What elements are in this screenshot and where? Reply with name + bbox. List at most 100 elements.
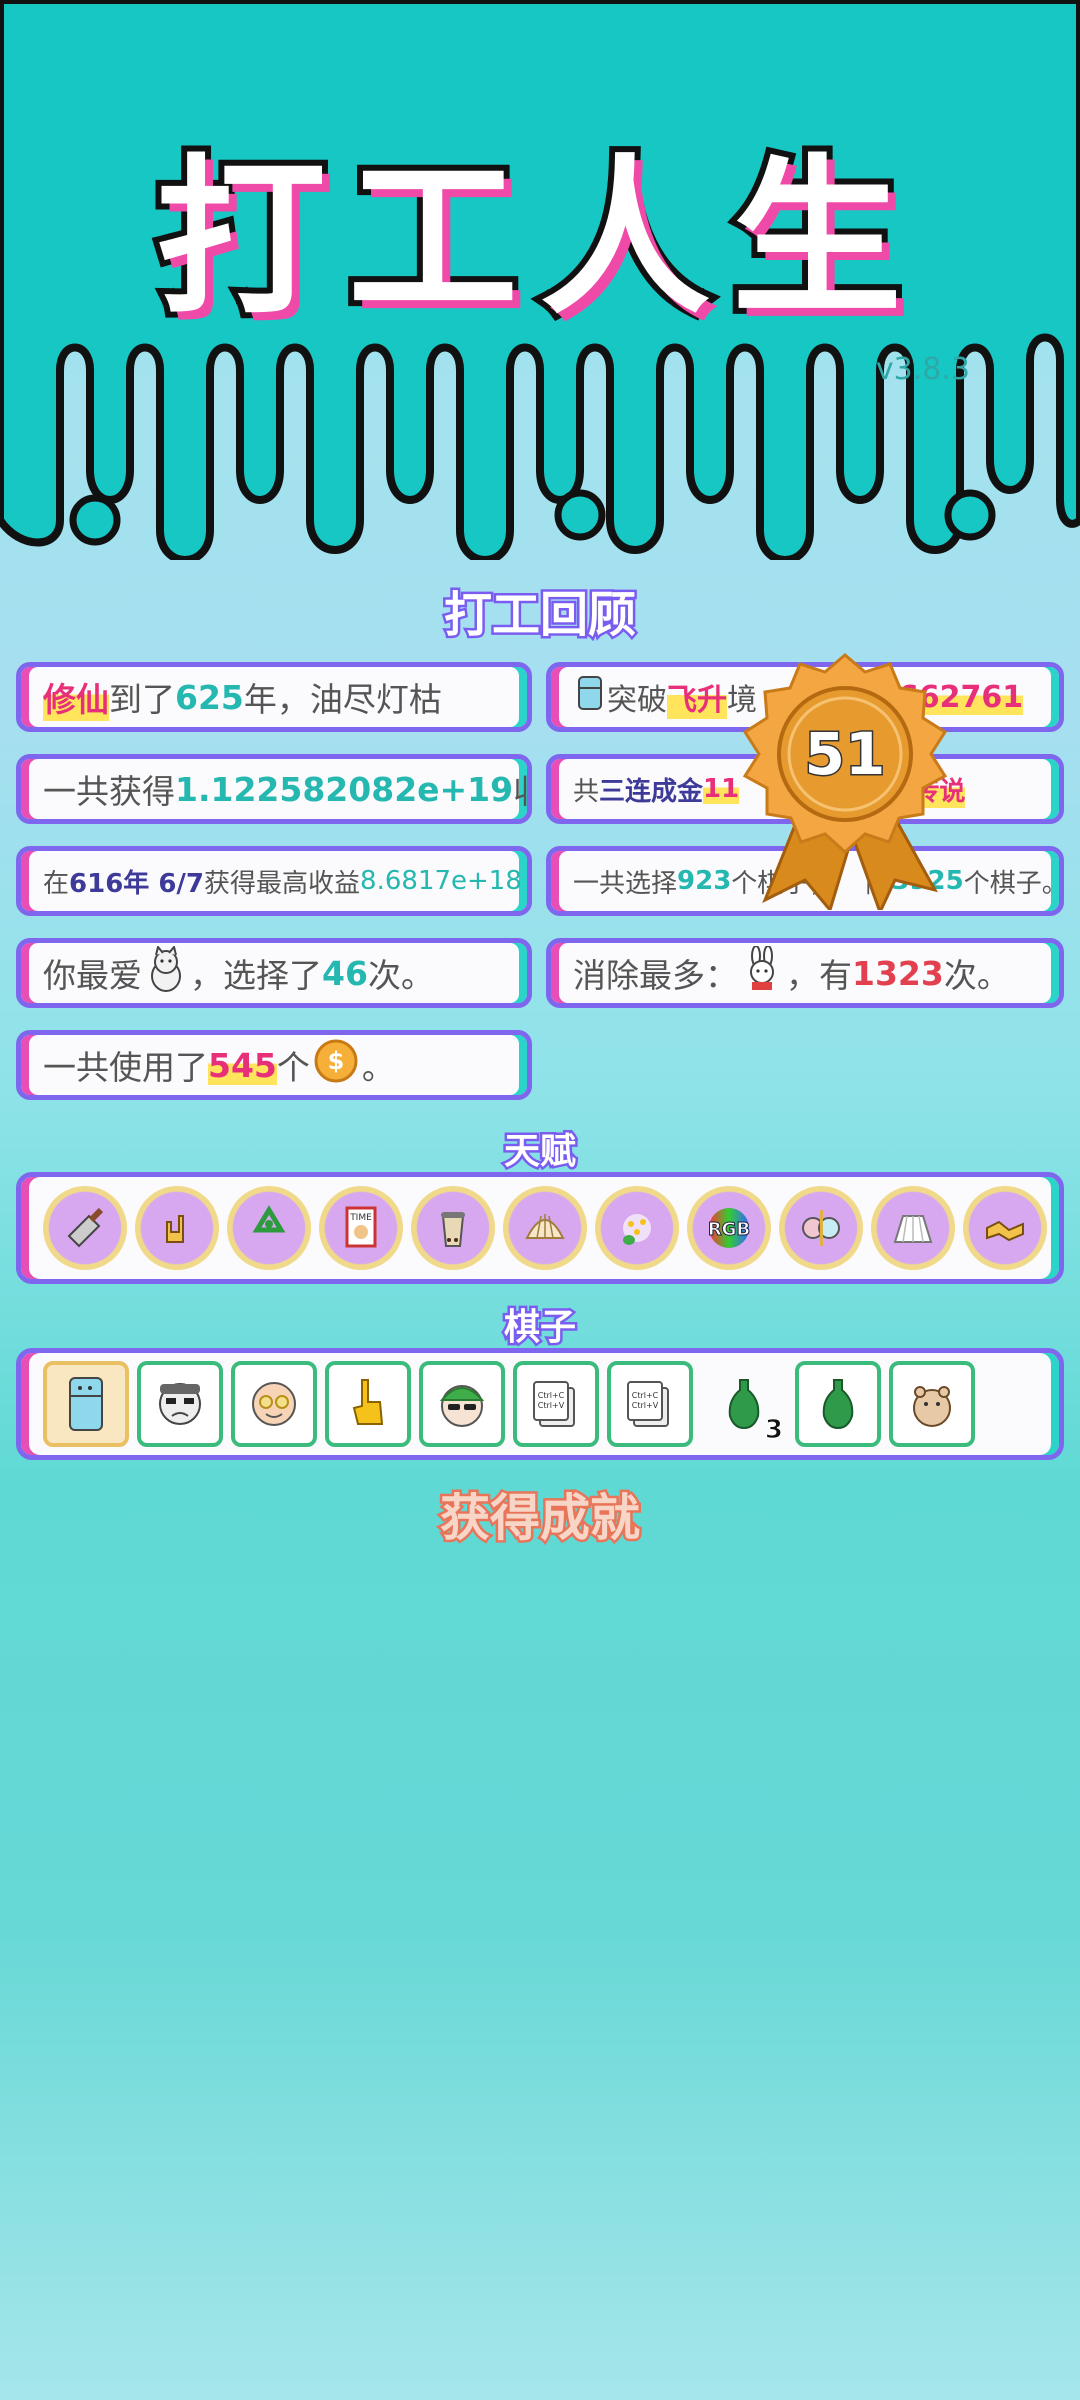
piece-slot[interactable] <box>325 1361 411 1447</box>
talent-slot[interactable] <box>595 1186 679 1270</box>
piece-slot[interactable]: Ctrl+C Ctrl+V <box>607 1361 693 1447</box>
time-magazine-icon: TIME <box>345 1206 377 1248</box>
talent-slot[interactable] <box>135 1186 219 1270</box>
stat-card-eliminate: 消除最多： ，有 1323 次。 <box>546 938 1064 1008</box>
rabbit-icon <box>742 945 782 1000</box>
version-label: v3.8.3 <box>875 352 970 387</box>
hamster-icon <box>913 1386 951 1427</box>
svg-text:Ctrl+V: Ctrl+V <box>632 1401 659 1410</box>
stat-text: 一共选择 <box>573 868 678 899</box>
cleaver-icon <box>67 1207 104 1248</box>
skirt-icon <box>893 1215 933 1243</box>
stat-value: 625 <box>175 677 244 717</box>
stat-text: 个棋子。 <box>963 868 1064 899</box>
recycle-icon <box>252 1205 286 1233</box>
talent-slot[interactable] <box>227 1186 311 1270</box>
capsule-icon <box>802 1210 840 1246</box>
stat-value: 545 <box>208 1045 277 1085</box>
stat-value: 8.6817e+18 <box>360 866 522 896</box>
stat-date: 616年 6/7 <box>69 868 205 899</box>
rgb-icon: RGB <box>707 1208 751 1248</box>
stat-card-coins: 一共使用了 545 个 $ 。 <box>16 1030 532 1100</box>
stat-text: ，有 <box>786 956 852 995</box>
stat-text: 次。 <box>943 956 1010 995</box>
svg-text:RGB: RGB <box>708 1219 750 1240</box>
stat-value: 11 <box>703 774 740 804</box>
piece-slot[interactable] <box>889 1361 975 1447</box>
handshake-icon <box>986 1220 1024 1242</box>
talent-slot[interactable] <box>779 1186 863 1270</box>
medal-number: 51 <box>805 720 886 788</box>
stat-text: 突破 <box>607 683 667 718</box>
stat-text: 共 <box>573 776 600 807</box>
piece-slot[interactable] <box>795 1361 881 1447</box>
rank-medal: 51 <box>735 650 975 916</box>
piece-slot[interactable] <box>137 1361 223 1447</box>
talent-panel: TIME RGB <box>16 1172 1064 1284</box>
stat-text: 消除最多： <box>573 956 738 995</box>
svg-text:Ctrl+C: Ctrl+C <box>632 1391 659 1400</box>
talent-section-title: 天赋 <box>501 1129 578 1175</box>
svg-text:Ctrl+V: Ctrl+V <box>538 1401 565 1410</box>
talent-slot[interactable] <box>871 1186 955 1270</box>
grumpy-man-icon <box>159 1383 201 1425</box>
talent-slot[interactable] <box>43 1186 127 1270</box>
fridge-icon <box>69 1377 103 1431</box>
pointing-hand-icon <box>352 1379 384 1425</box>
stat-text: ，选择了 <box>190 956 322 995</box>
medal-icon: 51 <box>742 653 948 916</box>
rock-hand-icon <box>166 1215 184 1243</box>
stat-card-income: 一共获得 1.122582082e+19 收益 <box>16 754 532 824</box>
realm-label: 飞升 <box>667 675 727 719</box>
stat-label: 三连成金 <box>599 776 704 807</box>
stat-text: 到了 <box>109 680 175 719</box>
stat-text: 个 <box>276 1048 310 1087</box>
pieces-section-title: 棋子 <box>501 1305 578 1351</box>
fridge-icon <box>577 675 603 719</box>
stat-text: 在 <box>43 868 70 899</box>
stat-value: 1.122582082e+19 <box>175 769 514 809</box>
stat-text: 你最爱 <box>43 956 142 995</box>
talent-slot[interactable]: RGB <box>687 1186 771 1270</box>
flower-cap-icon <box>623 1214 651 1245</box>
stat-card-lifespan: 修仙 到了 625 年，油尽灯枯 <box>16 662 532 732</box>
green-vase-icon <box>822 1379 854 1430</box>
piece-slot[interactable]: 3 <box>701 1361 787 1447</box>
stat-text: 一共使用了 <box>43 1048 208 1087</box>
svg-text:$: $ <box>328 1047 345 1075</box>
stat-text: 一共获得 <box>43 772 175 811</box>
pieces-panel: Ctrl+C Ctrl+V Ctrl+C Ctrl+V 3 <box>16 1348 1064 1460</box>
piece-slot[interactable]: Ctrl+C Ctrl+V <box>513 1361 599 1447</box>
talent-slot[interactable] <box>503 1186 587 1270</box>
svg-text:TIME: TIME <box>349 1213 372 1223</box>
talent-slot[interactable] <box>411 1186 495 1270</box>
stat-value: 923 <box>677 866 732 896</box>
green-hat-man-icon <box>439 1385 485 1427</box>
copy-paste-icon: Ctrl+CCtrl+V <box>533 1381 575 1427</box>
shell-icon <box>525 1214 565 1239</box>
piece-slot[interactable] <box>43 1361 129 1447</box>
stat-text: 年，油尽灯枯 <box>243 680 442 719</box>
stat-text: 次。 <box>367 956 434 995</box>
svg-text:Ctrl+C: Ctrl+C <box>538 1391 565 1400</box>
cat-icon <box>146 944 186 1000</box>
talent-slot[interactable] <box>963 1186 1047 1270</box>
stat-text: 。 <box>361 1048 395 1087</box>
piece-count: 3 <box>764 1415 783 1446</box>
stat-value: 1323 <box>852 953 944 993</box>
review-section-title: 打工回顾 <box>441 585 638 646</box>
stat-card-favorite: 你最爱 ，选择了 46 次。 <box>16 938 532 1008</box>
talent-slot[interactable]: TIME <box>319 1186 403 1270</box>
stat-text: 收益 <box>513 765 527 813</box>
stat-value: 46 <box>322 953 368 993</box>
piece-slot[interactable] <box>231 1361 317 1447</box>
bubble-tea-icon <box>441 1212 465 1247</box>
game-title: 打工人生 <box>150 134 924 344</box>
bald-glasses-man-icon <box>252 1382 296 1426</box>
coin-icon: $ <box>314 1039 358 1091</box>
header-banner: 打工人生 v3.8.3 <box>0 0 1080 560</box>
copy-paste-icon: Ctrl+CCtrl+V <box>627 1381 669 1427</box>
achievement-section-title: 获得成就 <box>438 1487 643 1550</box>
cultivation-label: 修仙 <box>43 673 109 721</box>
piece-slot[interactable] <box>419 1361 505 1447</box>
